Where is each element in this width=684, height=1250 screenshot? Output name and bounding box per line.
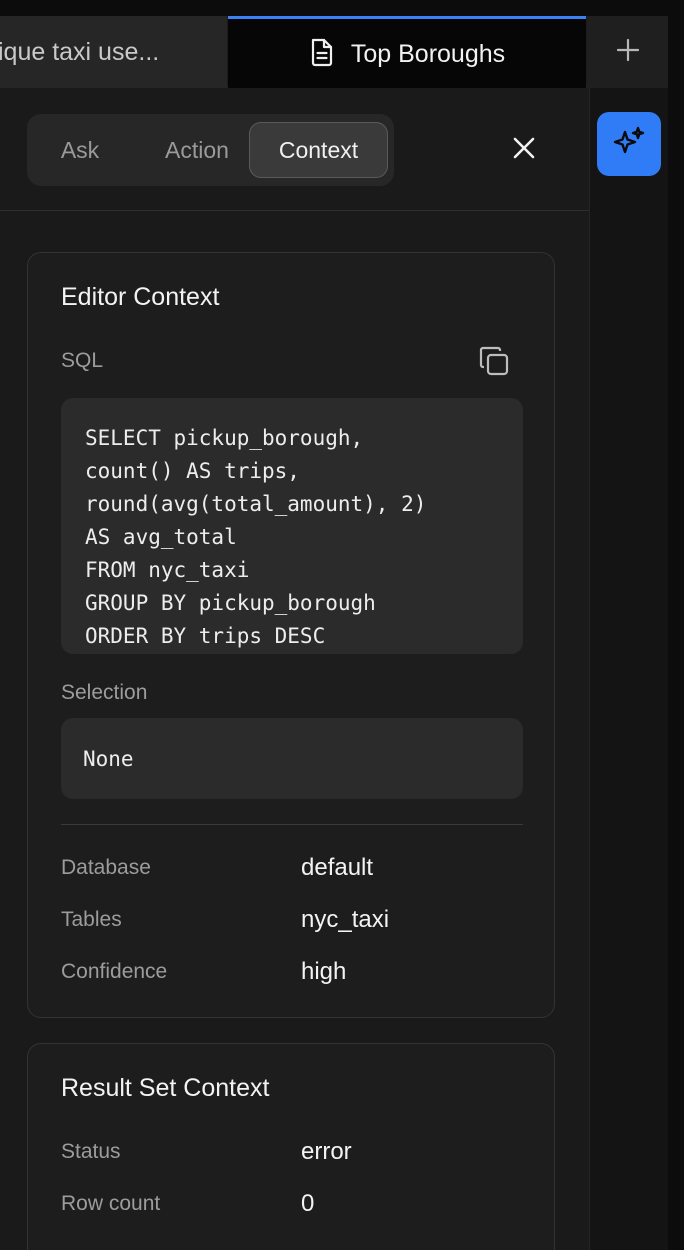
- selection-label: Selection: [61, 681, 148, 704]
- row-count-label: Row count: [61, 1192, 161, 1215]
- plus-icon: [616, 38, 640, 67]
- editor-context-title: Editor Context: [61, 283, 220, 311]
- sql-line: GROUP BY pickup_borough: [85, 591, 376, 615]
- sql-label: SQL: [61, 349, 104, 372]
- mode-context-button[interactable]: Context: [249, 122, 388, 178]
- mode-action-button[interactable]: Action: [137, 122, 257, 178]
- copy-button[interactable]: [476, 345, 512, 381]
- copy-icon: [478, 345, 510, 382]
- context-panel: Ask Action Context Editor Context SQL SE…: [0, 88, 589, 1250]
- selection-block: None: [61, 718, 523, 799]
- database-value: default: [301, 854, 374, 881]
- mode-ask-button[interactable]: Ask: [41, 122, 119, 178]
- sql-code-block[interactable]: SELECT pickup_borough, count() AS trips,…: [61, 398, 523, 654]
- card-divider: [61, 824, 523, 825]
- tab-previous-label: ique taxi use...: [0, 37, 160, 66]
- tables-value: nyc_taxi: [301, 906, 390, 933]
- sql-line: AS avg_total: [85, 525, 237, 549]
- new-tab-button[interactable]: [587, 16, 668, 88]
- panel-divider: [0, 210, 589, 211]
- confidence-label: Confidence: [61, 960, 168, 983]
- result-context-title: Result Set Context: [61, 1074, 270, 1102]
- status-label: Status: [61, 1140, 121, 1163]
- mode-toggle: Ask Action Context: [27, 114, 394, 186]
- status-value: error: [301, 1138, 352, 1165]
- sql-line: count() AS trips,: [85, 459, 300, 483]
- tab-active-label: Top Boroughs: [350, 39, 506, 68]
- side-strip: [589, 88, 668, 1250]
- tab-top-boroughs[interactable]: Top Boroughs: [228, 16, 586, 89]
- row-count-value: 0: [301, 1190, 315, 1217]
- document-icon: [309, 37, 335, 72]
- tab-bar: ique taxi use... Top Boroughs: [0, 16, 668, 89]
- sql-line: ORDER BY trips DESC: [85, 624, 326, 648]
- result-context-card: Result Set Context Status error Row coun…: [27, 1043, 555, 1250]
- sparkles-icon: [612, 125, 646, 164]
- sql-line: FROM nyc_taxi: [85, 558, 250, 582]
- ai-assistant-button[interactable]: [597, 112, 661, 176]
- tables-label: Tables: [61, 908, 122, 931]
- close-button[interactable]: [504, 130, 544, 170]
- editor-context-card: Editor Context SQL SELECT pickup_borough…: [27, 252, 555, 1018]
- sql-line: SELECT pickup_borough,: [85, 426, 364, 450]
- tab-previous[interactable]: ique taxi use...: [0, 16, 227, 88]
- confidence-value: high: [301, 958, 347, 985]
- database-label: Database: [61, 856, 151, 879]
- sql-line: round(avg(total_amount), 2): [85, 492, 427, 516]
- selection-value: None: [83, 746, 134, 771]
- close-icon: [512, 136, 536, 165]
